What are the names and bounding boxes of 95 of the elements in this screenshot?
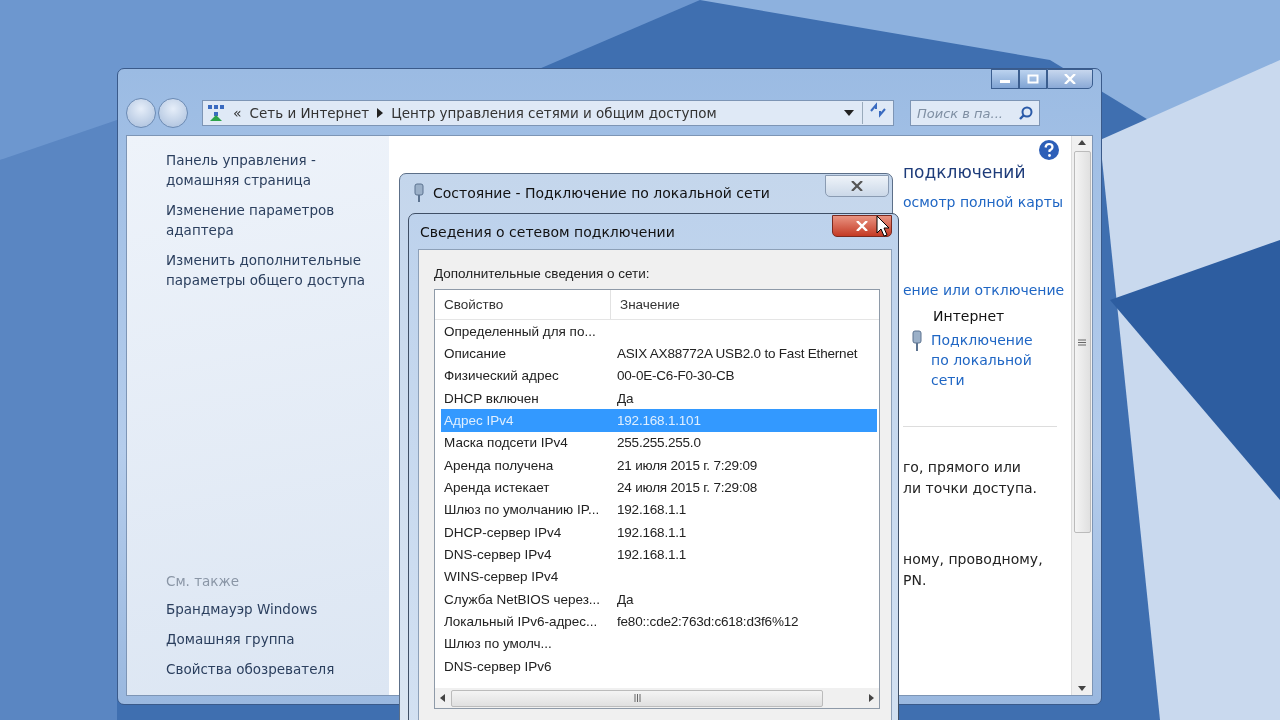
view-map-link[interactable]: осмотр полной карты [903, 194, 1071, 210]
list-row[interactable]: DHCP включен Да [441, 387, 877, 410]
column-header[interactable]: Значение [611, 290, 879, 319]
close-icon [1064, 74, 1076, 84]
list-row[interactable]: DNS-сервер IPv6 [441, 655, 877, 678]
list-row[interactable]: Шлюз по умолч... [441, 632, 877, 656]
property-value: 192.168.1.1 [617, 502, 687, 518]
property-value: 24 июля 2015 г. 7:29:08 [617, 480, 758, 496]
property-value: Да [617, 591, 634, 607]
sidebar-link[interactable]: Свойства обозревателя [166, 659, 376, 679]
dialog-title: Сведения о сетевом подключении [420, 223, 675, 240]
list-row[interactable]: Определенный для по... [441, 320, 877, 343]
list-row[interactable]: Аренда получена 21 июля 2015 г. 7:29:09 [441, 454, 877, 477]
section-heading: подключений [903, 162, 1027, 182]
back-button[interactable] [126, 98, 156, 128]
property-name: Локальный IPv6-адрес... [443, 614, 599, 630]
maximize-button[interactable] [1019, 69, 1047, 89]
property-name: Маска подсети IPv4 [443, 435, 569, 451]
property-value: 21 июля 2015 г. 7:29:09 [617, 457, 758, 473]
horizontal-scrollbar[interactable] [435, 688, 879, 708]
property-name: Аренда получена [443, 457, 555, 473]
scroll-right-arrow-icon[interactable] [869, 694, 874, 702]
description-text: ли точки доступа. [903, 479, 1039, 498]
property-name: Определенный для по... [443, 323, 597, 339]
sidebar-link[interactable]: Брандмауэр Windows [166, 599, 376, 619]
property-value: 192.168.1.101 [617, 413, 701, 429]
property-value: fe80::cde2:763d:c618:d3f6%12 [617, 614, 799, 630]
close-button[interactable] [825, 175, 889, 197]
mouse-cursor-icon [876, 215, 890, 237]
close-icon [856, 220, 868, 231]
list-row[interactable]: Аренда истекает 24 июля 2015 г. 7:29:08 [441, 476, 877, 499]
list-caption: Дополнительные сведения о сети: [434, 266, 651, 281]
help-icon[interactable] [1038, 139, 1060, 161]
property-name: DHCP-сервер IPv4 [443, 524, 563, 540]
network-icon [207, 104, 225, 122]
sidebar-link[interactable]: Изменение параметров адаптера [166, 200, 376, 240]
scroll-down-arrow-icon[interactable] [1078, 686, 1086, 691]
list-row[interactable]: DHCP-сервер IPv4 192.168.1.1 [441, 521, 877, 544]
sidebar-link[interactable]: Домашняя группа [166, 629, 376, 649]
description-text: PN. [903, 571, 928, 590]
list-row[interactable]: DNS-сервер IPv4 192.168.1.1 [441, 543, 877, 566]
column-header[interactable]: Свойство [435, 290, 611, 319]
property-name: Физический адрес [443, 368, 560, 384]
see-also-heading: См. также [166, 573, 240, 589]
list-row[interactable]: Служба NetBIOS через... Да [441, 588, 877, 611]
property-value: 255.255.255.0 [617, 435, 701, 451]
minimize-button[interactable] [991, 69, 1019, 89]
dialog-title: Состояние - Подключение по локальной сети [433, 185, 770, 201]
scroll-left-arrow-icon[interactable] [440, 694, 445, 702]
search-icon [1019, 106, 1033, 120]
sidebar-link[interactable]: Панель управления - домашняя страница [166, 150, 376, 190]
close-icon [851, 181, 863, 191]
dropdown-arrow-icon[interactable] [844, 110, 854, 116]
description-text: ному, проводному, [903, 550, 1044, 569]
property-value: 192.168.1.1 [617, 547, 687, 563]
property-value: Да [617, 390, 634, 406]
address-bar[interactable]: « Сеть и Интернет Центр управления сетями и общим доступом [202, 100, 894, 126]
connection-plug-icon [414, 183, 424, 203]
property-name: Шлюз по умолч... [443, 636, 553, 652]
connection-link[interactable]: Подключение по локальной сети [931, 330, 1051, 390]
connect-link[interactable]: ение или отключение [903, 282, 1071, 298]
property-value: 00-0E-C6-F0-30-CB [617, 368, 735, 384]
property-name: DNS-сервер IPv6 [443, 658, 553, 674]
list-row[interactable]: Локальный IPv6-адрес... fe80::cde2:763d:c618:d3f6%12 [441, 610, 877, 633]
sidebar-link[interactable]: Изменить дополнительные параметры общего доступа [166, 250, 376, 290]
scroll-up-arrow-icon[interactable] [1078, 140, 1086, 145]
list-row[interactable]: Маска подсети IPv4 255.255.255.0 [441, 431, 877, 455]
grip-icon [633, 694, 641, 702]
maximize-icon [1027, 74, 1039, 84]
list-row[interactable]: Шлюз по умолчанию IP... 192.168.1.1 [441, 498, 877, 522]
property-name: Описание [443, 346, 508, 361]
search-field[interactable]: Поиск в па... [910, 100, 1040, 126]
property-name: Служба NetBIOS через... [443, 591, 602, 607]
property-value: ASIX AX88772A USB2.0 to Fast Ethernet [617, 346, 858, 361]
description-text: го, прямого или [903, 458, 1022, 477]
property-value: 192.168.1.1 [617, 524, 687, 540]
property-name: Аренда истекает [443, 480, 551, 496]
grip-icon [1078, 338, 1086, 346]
property-name: Адрес IPv4 [443, 413, 515, 429]
list-row[interactable]: Описание ASIX AX88772A USB2.0 to Fast Ethernet [441, 342, 877, 365]
connection-plug-icon [911, 330, 923, 352]
list-row[interactable]: WINS-сервер IPv4 [441, 565, 877, 589]
chevron-icon: « [233, 105, 242, 121]
close-button[interactable] [1047, 69, 1093, 89]
property-name: WINS-сервер IPv4 [443, 569, 560, 585]
list-row[interactable]: Физический адрес 00-0E-C6-F0-30-CB [441, 364, 877, 388]
separator-arrow-icon [377, 108, 384, 118]
breadcrumb-item[interactable]: Центр управления сетями и общим доступом [391, 105, 717, 121]
forward-button[interactable] [158, 98, 188, 128]
property-name: DHCP включен [443, 390, 540, 406]
breadcrumb-item[interactable]: Сеть и Интернет [249, 105, 370, 121]
vertical-scrollbar[interactable] [1071, 136, 1092, 695]
property-name: DNS-сервер IPv4 [443, 547, 553, 563]
property-name: Шлюз по умолчанию IP... [443, 502, 601, 518]
network-type: Интернет [933, 308, 1006, 324]
